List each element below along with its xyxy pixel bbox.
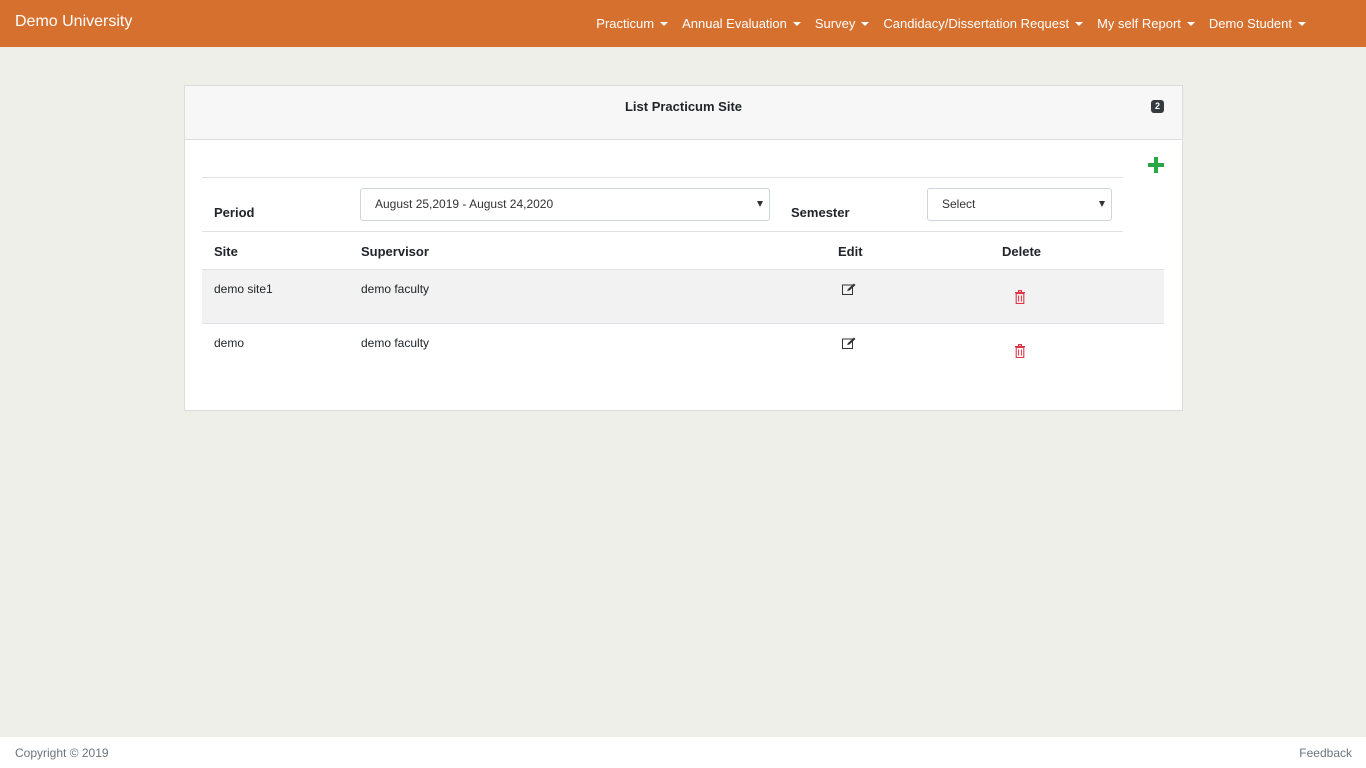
add-site-button[interactable] (1148, 157, 1164, 173)
site-cell: demo site1 (214, 282, 273, 296)
page-title: List Practicum Site (624, 99, 743, 114)
supervisor-cell: demo faculty (361, 336, 430, 350)
brand-link[interactable]: Demo University (15, 13, 132, 31)
edit-icon[interactable] (842, 337, 856, 349)
caret-down-icon (1075, 21, 1084, 26)
nav-practicum-label: Practicum (596, 16, 655, 31)
select-arrow-icon (757, 201, 763, 207)
card-header: List Practicum Site 2 (185, 86, 1182, 140)
filter-row: Period August 25,2019 - August 24,2020 S… (202, 177, 1123, 232)
table-row: demo site1 demo faculty (202, 270, 1164, 324)
nav-annual-evaluation[interactable]: Annual Evaluation (682, 16, 801, 31)
period-select[interactable]: August 25,2019 - August 24,2020 (360, 188, 770, 221)
select-arrow-icon (1099, 201, 1105, 207)
semester-select[interactable]: Select (927, 188, 1112, 221)
top-navbar: Demo University Practicum Annual Evaluat… (0, 0, 1366, 47)
column-delete: Delete (1002, 244, 1042, 259)
trash-icon[interactable] (1014, 344, 1026, 358)
column-edit: Edit (838, 244, 863, 259)
table-header: Site Supervisor Edit Delete (202, 232, 1164, 270)
caret-down-icon (861, 21, 870, 26)
nav-annual-evaluation-label: Annual Evaluation (682, 16, 787, 31)
nav-practicum[interactable]: Practicum (596, 16, 669, 31)
table-row: demo demo faculty (202, 324, 1164, 378)
footer: Copyright © 2019 Feedback (0, 737, 1366, 768)
nav-candidacy-request[interactable]: Candidacy/Dissertation Request (883, 16, 1084, 31)
caret-down-icon (660, 21, 669, 26)
copyright-text: Copyright © 2019 (15, 746, 109, 760)
column-supervisor: Supervisor (361, 244, 429, 259)
caret-down-icon (792, 21, 801, 26)
caret-down-icon (1298, 21, 1306, 26)
semester-label: Semester (791, 205, 850, 220)
nav-self-report[interactable]: My self Report (1097, 16, 1195, 31)
period-label: Period (214, 205, 255, 220)
nav-candidacy-request-label: Candidacy/Dissertation Request (883, 16, 1070, 31)
feedback-link[interactable]: Feedback (1299, 746, 1352, 760)
nav-user-menu-label: Demo Student (1208, 16, 1292, 31)
semester-select-value: Select (942, 197, 976, 211)
edit-icon[interactable] (842, 283, 856, 295)
trash-icon[interactable] (1014, 290, 1026, 304)
column-site: Site (214, 244, 238, 259)
period-select-value: August 25,2019 - August 24,2020 (375, 197, 554, 211)
caret-down-icon (1186, 21, 1195, 26)
nav-menu: Practicum Annual Evaluation Survey Candi… (582, 0, 1306, 47)
nav-user-menu[interactable]: Demo Student (1209, 16, 1306, 31)
practicum-site-card: List Practicum Site 2 Period August 25,2… (184, 85, 1183, 411)
count-badge: 2 (1151, 100, 1164, 113)
nav-self-report-label: My self Report (1097, 16, 1181, 31)
nav-survey-label: Survey (814, 16, 856, 31)
site-cell: demo (214, 336, 245, 350)
supervisor-cell: demo faculty (361, 282, 430, 296)
nav-survey[interactable]: Survey (814, 16, 870, 31)
